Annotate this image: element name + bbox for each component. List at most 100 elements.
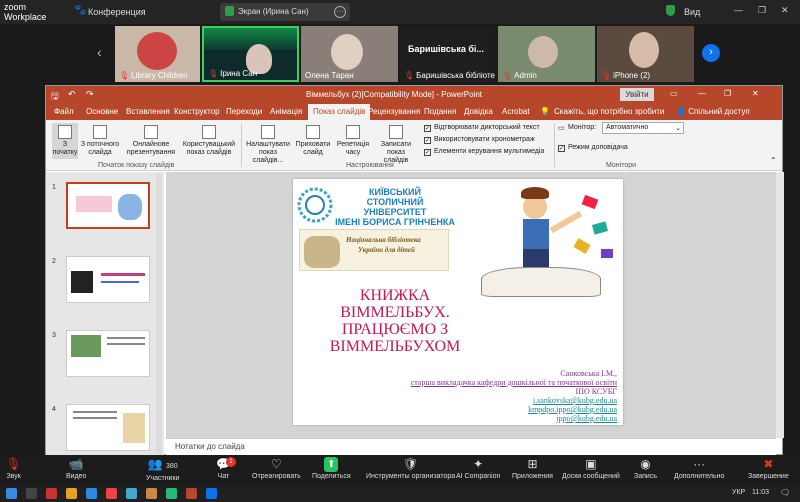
chat-button[interactable]: 💬Чат 1 <box>216 457 231 480</box>
custom-show-icon <box>202 125 216 139</box>
view-menu[interactable]: Вид <box>684 7 700 17</box>
host-tools-label: Инструменты организатора <box>366 473 455 480</box>
setup-show-button[interactable]: Налаштувати показ слайдів... <box>244 125 292 165</box>
maximize-icon[interactable]: ❐ <box>758 5 766 16</box>
tab-slideshow[interactable]: Показ слайдів <box>308 104 370 120</box>
current-slide[interactable]: КИЇВСЬКИЙ СТОЛИЧНИЙ УНІВЕРСИТЕТ ІМЕНІ БО… <box>293 179 623 425</box>
apps-button[interactable]: ⊞Приложения <box>512 457 553 480</box>
shield-icon[interactable] <box>666 5 675 16</box>
rehearse-button[interactable]: Репетиція часу <box>336 125 370 157</box>
apps-label: Приложения <box>512 473 553 480</box>
chevron-left-icon[interactable]: ‹ <box>97 44 102 60</box>
video-button[interactable]: 📹Видео <box>66 457 86 480</box>
tab-help[interactable]: Довідка <box>464 107 493 116</box>
email-link-1[interactable]: i.sankovska@kubg.edu.ua <box>357 396 617 405</box>
tab-acrobat[interactable]: Acrobat <box>502 107 530 116</box>
slide-thumbnail-3[interactable] <box>66 330 150 377</box>
zoom-icon[interactable] <box>206 488 217 499</box>
slide-number: 2 <box>52 258 56 265</box>
save-icon[interactable]: 🖫 <box>51 89 59 105</box>
tab-review[interactable]: Рецензування <box>368 107 420 116</box>
participant-tile[interactable]: Олена Таран <box>301 26 398 82</box>
tab-animations[interactable]: Анімація <box>270 107 302 116</box>
thumb-line <box>101 273 145 276</box>
tab-home[interactable]: Основне <box>86 107 118 116</box>
undo-icon[interactable]: ↶ <box>68 89 76 100</box>
ribbon-display-icon[interactable]: ▭ <box>670 89 678 98</box>
close-icon[interactable]: ✕ <box>752 89 759 98</box>
slide-scrollbar[interactable] <box>776 172 784 438</box>
notifications-icon[interactable]: 🗨 <box>780 488 790 497</box>
record-button[interactable]: ◉Запись <box>634 457 657 480</box>
search-icon[interactable] <box>26 488 37 499</box>
whiteboards-button[interactable]: ▣Доски сообщений <box>562 457 620 480</box>
restore-icon[interactable]: ❐ <box>724 89 731 98</box>
share-screen-button[interactable]: ⬆Поделиться <box>312 457 351 480</box>
app-icon[interactable] <box>46 488 57 499</box>
sign-in-button[interactable]: Увійти <box>620 88 654 101</box>
minimize-icon[interactable]: — <box>698 89 706 98</box>
presenter-view-checkbox[interactable]: ✓Режим доповідача <box>558 144 628 152</box>
email-link-2[interactable]: kmpdpo.ippo@kubg.edu.ua <box>357 405 617 414</box>
slide-thumbnail-2[interactable] <box>66 256 150 303</box>
thumbnails-scrollbar[interactable] <box>156 174 162 454</box>
redo-icon[interactable]: ↷ <box>86 89 94 100</box>
participants-button[interactable]: 👥 380Участники <box>146 457 179 482</box>
host-tools-button[interactable]: 🛡Инструменты организатора <box>366 457 455 480</box>
app-icon[interactable] <box>106 488 117 499</box>
from-current-button[interactable]: З поточного слайда <box>80 125 120 157</box>
participant-tile[interactable]: 🎙Admin <box>498 26 595 82</box>
participant-name: 🎙Library Children <box>119 71 188 80</box>
more-button[interactable]: ···Дополнительно <box>674 457 724 480</box>
powerpoint-icon[interactable] <box>186 488 197 499</box>
notes-pane[interactable]: Нотатки до слайда <box>166 438 776 456</box>
language-indicator[interactable]: УКР <box>732 489 745 496</box>
ai-companion-button[interactable]: ✦AI Companion <box>456 457 500 480</box>
collapse-ribbon-icon[interactable]: ⌃ <box>770 156 777 165</box>
narration-checkbox[interactable]: ✓Відтворювати дикторський текст <box>424 124 540 132</box>
tab-view[interactable]: Подання <box>424 107 456 116</box>
tell-me-search[interactable]: Скажіть, що потрібно зробити <box>554 107 664 116</box>
chevron-right-icon[interactable]: › <box>702 44 720 62</box>
browser-icon[interactable] <box>86 488 97 499</box>
slide-thumbnail-4[interactable] <box>66 404 150 451</box>
participant-tile[interactable]: 🎙iPhone (2) <box>597 26 694 82</box>
heart-icon: ♡ <box>252 457 301 472</box>
slide-title: КНИЖКА ВІММЕЛЬБУХ. ПРАЦЮЄМО З ВІММЕЛЬБУХ… <box>305 287 485 355</box>
participant-tile-active[interactable]: 🎙Ірина Сан <box>202 26 299 82</box>
custom-show-button[interactable]: Користувацький показ слайдів <box>180 125 238 157</box>
app-icon[interactable] <box>146 488 157 499</box>
tab-transitions[interactable]: Переходи <box>226 107 262 116</box>
tab-file[interactable]: Файл <box>54 107 74 116</box>
folder-icon[interactable] <box>66 488 77 499</box>
timings-checkbox[interactable]: ✓Використовувати хронометраж <box>424 136 535 144</box>
share-button[interactable]: 👤 Спільний доступ <box>676 107 750 116</box>
mic-off-icon: 🎙 <box>6 457 21 472</box>
hide-slide-button[interactable]: Приховати слайд <box>294 125 332 157</box>
email-link-3[interactable]: ippo@kubg.edu.ua <box>357 414 617 423</box>
end-button[interactable]: ✖Завершение <box>748 457 789 480</box>
mute-button[interactable]: 🎙Звук <box>6 457 21 480</box>
slide-thumbnail-1[interactable] <box>66 182 150 229</box>
setup-l1: Налаштувати <box>244 141 292 149</box>
tab-design[interactable]: Конструктор <box>174 107 220 116</box>
more-options-icon[interactable]: ··· <box>334 6 346 18</box>
screen-share-pill[interactable]: Экран (Ирина Сан) ··· <box>220 3 350 21</box>
app-icon[interactable] <box>166 488 177 499</box>
clock[interactable]: 11:03 <box>752 489 769 496</box>
paw-icon[interactable]: 🐾 <box>74 5 86 16</box>
start-icon[interactable] <box>6 488 17 499</box>
monitor-select[interactable]: Автоматично ⌄ <box>602 122 684 134</box>
minimize-icon[interactable]: — <box>734 5 743 15</box>
present-online-button[interactable]: Онлайнове презентування <box>124 125 178 157</box>
participant-tile[interactable]: Баришівська бі... 🎙Баришівська бібліотек… <box>400 26 495 82</box>
media-controls-checkbox[interactable]: ✓Елементи керування мультимедіа <box>424 148 544 156</box>
from-beginning-button[interactable]: З початку <box>52 123 78 159</box>
tab-insert[interactable]: Вставлення <box>126 107 170 116</box>
record-show-button[interactable]: Записати показ слайдів <box>372 125 420 165</box>
slide-number: 1 <box>52 184 56 191</box>
participant-tile[interactable]: 🎙Library Children <box>115 26 200 82</box>
app-icon[interactable] <box>126 488 137 499</box>
react-button[interactable]: ♡Отреагировать <box>252 457 301 480</box>
close-icon[interactable]: ✕ <box>781 5 789 16</box>
